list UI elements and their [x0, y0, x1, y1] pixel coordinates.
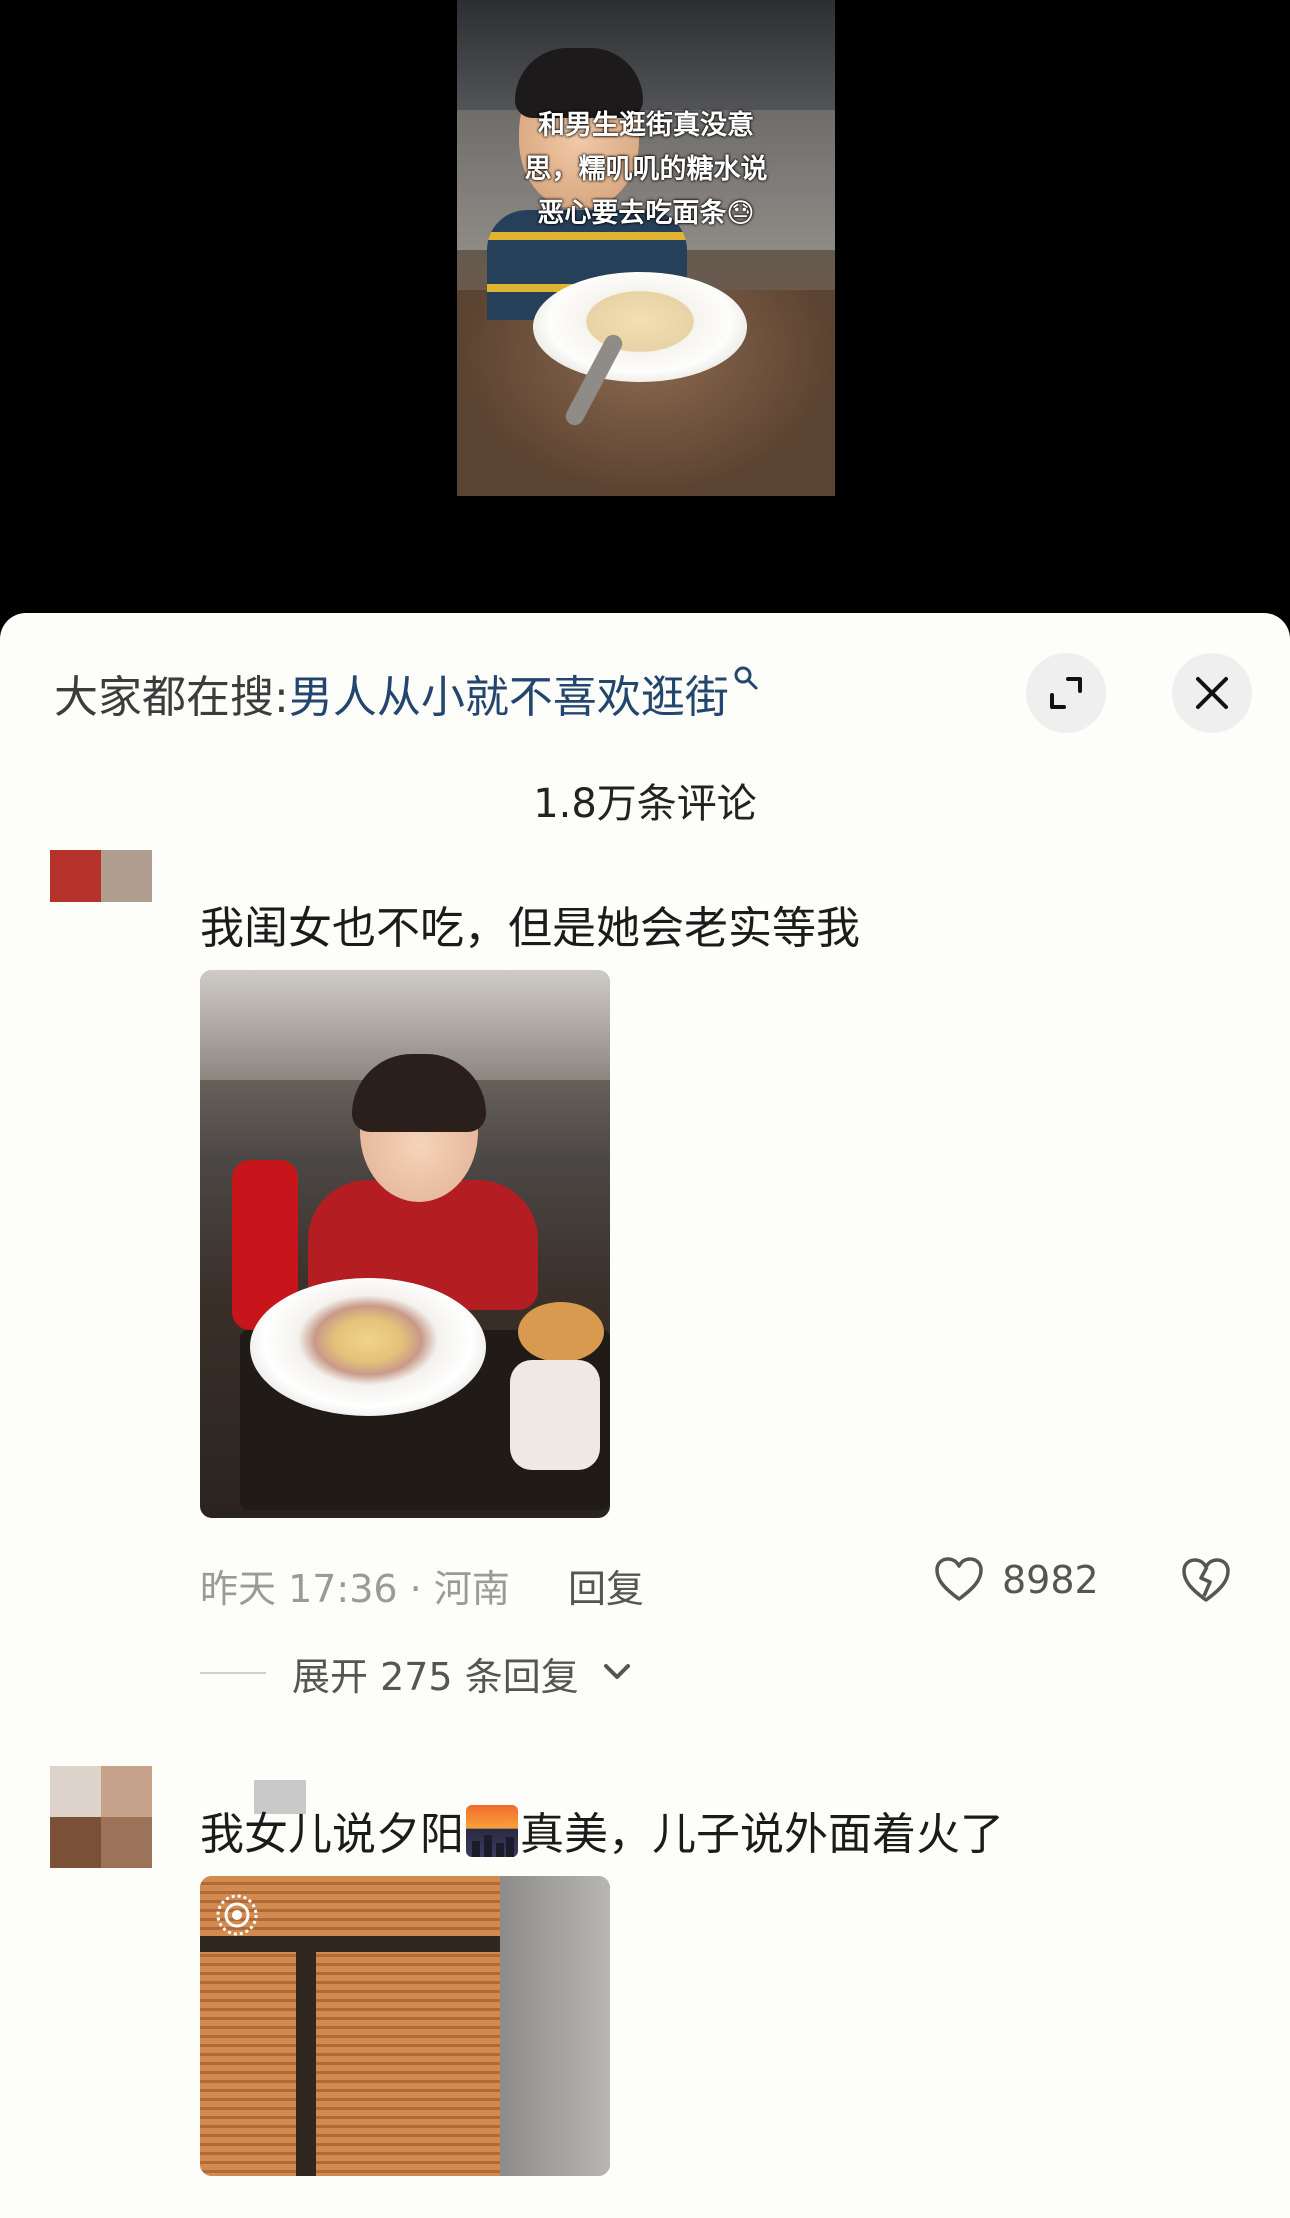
video-player[interactable]: 和男生逛街真没意 思，糯叽叽的糖水说 恶心要去吃面条😓	[0, 0, 1290, 640]
avatar[interactable]	[50, 1766, 152, 1868]
video-thumbnail[interactable]: 和男生逛街真没意 思，糯叽叽的糖水说 恶心要去吃面条😓	[457, 0, 835, 496]
comment-count: 1.8万条评论	[533, 781, 757, 827]
photo-pastry	[518, 1302, 604, 1362]
avatar[interactable]	[50, 850, 152, 902]
live-photo-icon	[216, 1894, 258, 1936]
comment-time-location: 昨天 17:36 · 河南	[200, 1567, 510, 1611]
comment-sheet: 大家都在搜: 男人从小就不喜欢逛街 1.8万条评论 我闺女也不吃，但是她会老实等…	[0, 613, 1290, 2218]
video-caption: 和男生逛街真没意 思，糯叽叽的糖水说 恶心要去吃面条😓	[457, 104, 835, 236]
video-dessert-bowl	[533, 272, 747, 382]
video-background-shelf	[457, 0, 835, 120]
search-icon[interactable]	[733, 665, 759, 698]
photo-wall	[500, 1876, 610, 2176]
broken-heart-icon[interactable]	[1180, 1556, 1232, 1604]
expand-button[interactable]	[1026, 653, 1106, 733]
comment-photo[interactable]	[200, 970, 610, 1518]
video-caption-line: 和男生逛街真没意	[538, 110, 754, 141]
sunset-emoji-icon	[466, 1805, 518, 1857]
photo-window-frame	[200, 1936, 500, 1952]
comment-photo[interactable]	[200, 1876, 610, 2176]
trending-search[interactable]: 大家都在搜: 男人从小就不喜欢逛街	[54, 663, 759, 723]
close-button[interactable]	[1172, 653, 1252, 733]
trending-search-label: 大家都在搜:	[54, 672, 289, 723]
trending-search-term[interactable]: 男人从小就不喜欢逛街	[289, 661, 729, 725]
heart-icon[interactable]	[934, 1556, 984, 1602]
expand-icon	[1050, 677, 1082, 709]
close-icon	[1196, 677, 1228, 709]
photo-dessert-bowl	[250, 1278, 486, 1416]
video-caption-line: 恶心要去吃面条😓	[537, 198, 755, 229]
comment-text: 我女儿说夕阳 真美，儿子说外面着火了	[200, 1798, 1004, 1862]
comment-text-end: 真美，儿子说外面着火了	[520, 1809, 1004, 1860]
like-count: 8982	[1002, 1558, 1099, 1602]
photo-milk-jug	[510, 1360, 600, 1470]
comment-text-start: 我女儿说夕阳	[200, 1809, 464, 1860]
expand-replies-label: 展开 275 条回复	[292, 1655, 579, 1699]
comment-text: 我闺女也不吃，但是她会老实等我	[200, 903, 860, 954]
divider	[200, 1672, 266, 1674]
reply-button[interactable]: 回复	[568, 1558, 644, 1613]
photo-window-frame	[296, 1936, 316, 2176]
video-caption-line: 思，糯叽叽的糖水说	[524, 154, 768, 185]
comment-meta: 昨天 17:36 · 河南 回复 8982	[200, 1550, 1240, 1613]
chevron-down-icon	[602, 1648, 632, 1701]
